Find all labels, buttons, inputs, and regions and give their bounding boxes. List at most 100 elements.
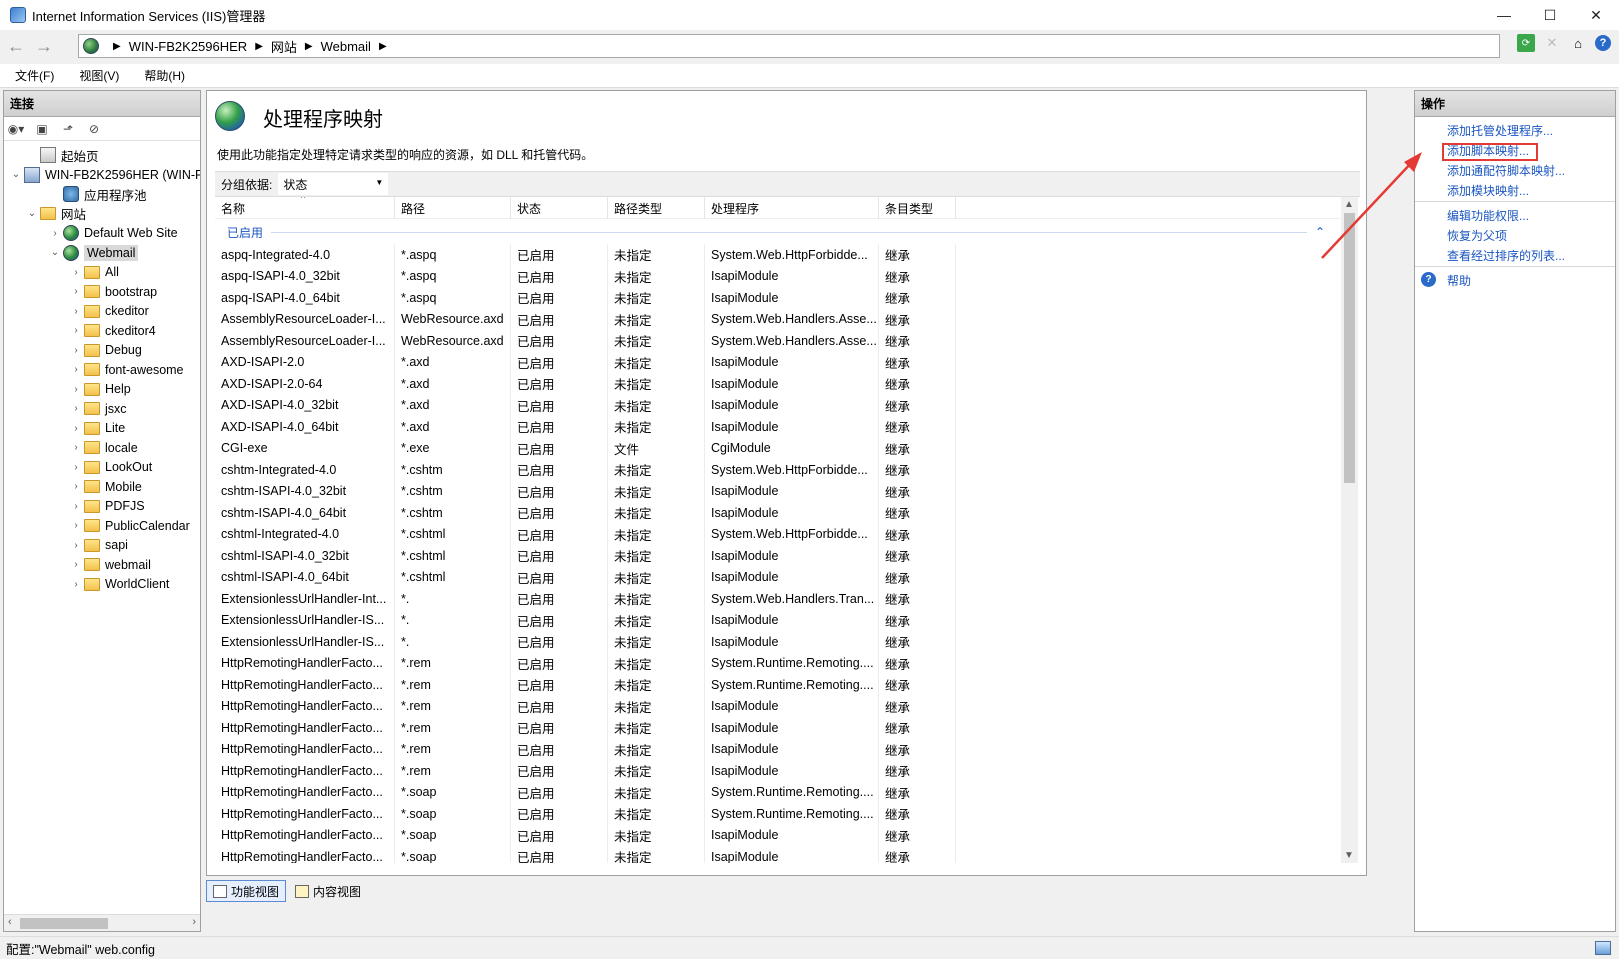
action-edit-feature-permissions[interactable]: 编辑功能权限... [1447,207,1529,224]
tree-item[interactable]: › jsxc [70,399,126,419]
vertical-scrollbar[interactable]: ▲ ▼ [1341,197,1358,863]
action-help[interactable]: 帮助 [1447,272,1471,289]
tree-item[interactable]: › Default Web Site [49,223,178,243]
expand-chevron-icon[interactable]: › [70,325,82,336]
breadcrumb-sites[interactable]: 网站 [271,37,297,56]
tree-item[interactable]: › WorldClient [70,574,169,594]
table-row[interactable]: aspq-ISAPI-4.0_64bit *.aspq 已启用 未指定 IsapiMod… [215,287,1340,309]
table-row[interactable]: HttpRemotingHandlerFacto... *.soap 已启用 未指定 I… [215,846,1340,863]
expand-chevron-icon[interactable]: › [70,286,82,297]
maximize-button[interactable]: ☐ [1527,0,1573,30]
table-row[interactable]: AXD-ISAPI-2.0-64 *.axd 已启用 未指定 IsapiModule 继承 [215,373,1340,395]
tree-item[interactable]: › ckeditor [70,301,148,321]
tree-item[interactable]: ⌄ WIN-FB2K2596HER (WIN-F [10,165,200,185]
tree-item[interactable]: › webmail [70,555,151,575]
menu-file[interactable]: 文件(F) [0,67,64,84]
table-row[interactable]: cshtml-Integrated-4.0 *.cshtml 已启用 未指定 Syste… [215,523,1340,545]
column-header-handler[interactable]: 处理程序 [705,197,879,219]
tree-item[interactable]: › Debug [70,340,142,360]
expand-chevron-icon[interactable]: › [70,540,82,551]
table-row[interactable]: HttpRemotingHandlerFacto... *.rem 已启用 未指定 Is… [215,738,1340,760]
tree-item[interactable]: › font-awesome [70,360,183,380]
tree-item[interactable]: › sapi [70,535,128,555]
close-button[interactable]: ✕ [1573,0,1619,30]
tab-features-view[interactable]: 功能视图 [206,880,287,902]
save-icon[interactable]: ▣ [33,121,51,137]
breadcrumb-server[interactable]: WIN-FB2K2596HER [129,39,247,54]
expand-chevron-icon[interactable]: › [70,442,82,453]
expand-chevron-icon[interactable]: ⌄ [10,169,22,180]
tree-item[interactable]: ⌄ 网站 [26,204,86,224]
tree-item[interactable]: › ckeditor4 [70,321,155,341]
table-row[interactable]: HttpRemotingHandlerFacto... *.soap 已启用 未指定 I… [215,824,1340,846]
action-add-wildcard-script-map[interactable]: 添加通配符脚本映射... [1447,162,1565,179]
connect-globe-icon[interactable]: ◉▾ [7,121,25,137]
table-row[interactable]: AssemblyResourceLoader-I... WebResource.a… [215,330,1340,352]
expand-chevron-icon[interactable]: › [70,462,82,473]
column-header-path-type[interactable]: 路径类型 [608,197,705,219]
table-row[interactable]: AXD-ISAPI-2.0 *.axd 已启用 未指定 IsapiModule 继承 [215,351,1340,373]
tree-item[interactable]: › All [70,262,119,282]
tab-content-view[interactable]: 内容视图 [288,880,368,902]
address-breadcrumb[interactable]: ▶ WIN-FB2K2596HER ▶ 网站 ▶ Webmail ▶ [78,34,1500,58]
table-row[interactable]: AXD-ISAPI-4.0_64bit *.axd 已启用 未指定 IsapiModul… [215,416,1340,438]
expand-chevron-icon[interactable]: › [70,579,82,590]
breadcrumb-webmail[interactable]: Webmail [321,39,371,54]
table-row[interactable]: AssemblyResourceLoader-I... WebResource.a… [215,308,1340,330]
expand-chevron-icon[interactable]: › [70,364,82,375]
scroll-left-icon[interactable]: ‹ [8,916,12,928]
action-add-managed-handler[interactable]: 添加托管处理程序... [1447,122,1553,139]
stop-icon[interactable]: ✕ [1543,34,1561,52]
menu-help[interactable]: 帮助(H) [129,67,195,84]
refresh-icon[interactable]: ⟳ [1517,34,1535,52]
expand-chevron-icon[interactable]: › [70,423,82,434]
column-header-state[interactable]: 状态 [511,197,608,219]
expand-chevron-icon[interactable]: › [70,481,82,492]
column-header-name[interactable]: 名称 ^ [215,197,395,219]
expand-chevron-icon[interactable]: › [70,306,82,317]
tree-item[interactable]: › Lite [70,418,125,438]
table-row[interactable]: HttpRemotingHandlerFacto... *.rem 已启用 未指定 Is… [215,717,1340,739]
disconnect-icon[interactable]: ⊘ [85,121,103,137]
help-icon[interactable]: ? [1595,35,1611,51]
table-row[interactable]: HttpRemotingHandlerFacto... *.rem 已启用 未指定 Sy… [215,674,1340,696]
table-row[interactable]: cshtm-ISAPI-4.0_64bit *.cshtm 已启用 未指定 IsapiM… [215,502,1340,524]
expand-chevron-icon[interactable]: ⌄ [26,208,38,219]
table-row[interactable]: HttpRemotingHandlerFacto... *.rem 已启用 未指定 Is… [215,760,1340,782]
tree-item[interactable]: › locale [70,438,137,458]
action-revert-to-parent[interactable]: 恢复为父项 [1447,227,1507,244]
scrollbar-thumb[interactable] [20,918,108,929]
table-row[interactable]: cshtm-Integrated-4.0 *.cshtm 已启用 未指定 System.… [215,459,1340,481]
expand-chevron-icon[interactable]: › [70,403,82,414]
expand-chevron-icon[interactable]: › [70,520,82,531]
home-icon[interactable]: ⌂ [1569,34,1587,52]
tree-item[interactable]: › PublicCalendar [70,516,189,536]
table-row[interactable]: CGI-exe *.exe 已启用 文件 CgiModule 继承 [215,437,1340,459]
expand-chevron-icon[interactable]: › [70,345,82,356]
back-arrow-icon[interactable]: ← [4,34,28,58]
tree-item[interactable]: › Mobile [70,477,142,497]
table-row[interactable]: cshtml-ISAPI-4.0_64bit *.cshtml 已启用 未指定 Isap… [215,566,1340,588]
expand-chevron-icon[interactable]: › [70,501,82,512]
group-header-enabled[interactable]: 已启用 ⌃ [215,222,1333,242]
table-row[interactable]: HttpRemotingHandlerFacto... *.soap 已启用 未指定 S… [215,803,1340,825]
table-row[interactable]: aspq-Integrated-4.0 *.aspq 已启用 未指定 System.We… [215,244,1340,266]
table-row[interactable]: HttpRemotingHandlerFacto... *.rem 已启用 未指定 Sy… [215,652,1340,674]
action-view-ordered-list[interactable]: 查看经过排序的列表... [1447,247,1565,264]
horizontal-scrollbar[interactable]: ‹ › [4,914,200,931]
column-header-entry-type[interactable]: 条目类型 [879,197,956,219]
table-row[interactable]: ExtensionlessUrlHandler-IS... *. 已启用 未指定 Isa… [215,631,1340,653]
tree-item[interactable]: › bootstrap [70,282,157,302]
menu-view[interactable]: 视图(V) [64,67,129,84]
table-row[interactable]: aspq-ISAPI-4.0_32bit *.aspq 已启用 未指定 IsapiMod… [215,265,1340,287]
column-header-path[interactable]: 路径 [395,197,511,219]
expand-chevron-icon[interactable]: › [70,384,82,395]
tree-item[interactable]: ⌄ Webmail [49,243,139,263]
tree-item[interactable]: › PDFJS [70,496,144,516]
group-by-select[interactable]: 状态 ▼ [278,173,389,195]
up-folder-icon[interactable]: ⬏ [59,121,77,137]
expand-chevron-icon[interactable]: ⌄ [49,247,61,258]
expand-chevron-icon[interactable]: › [70,267,82,278]
tree-item[interactable]: › LookOut [70,457,152,477]
scroll-down-icon[interactable]: ▼ [1344,850,1354,861]
